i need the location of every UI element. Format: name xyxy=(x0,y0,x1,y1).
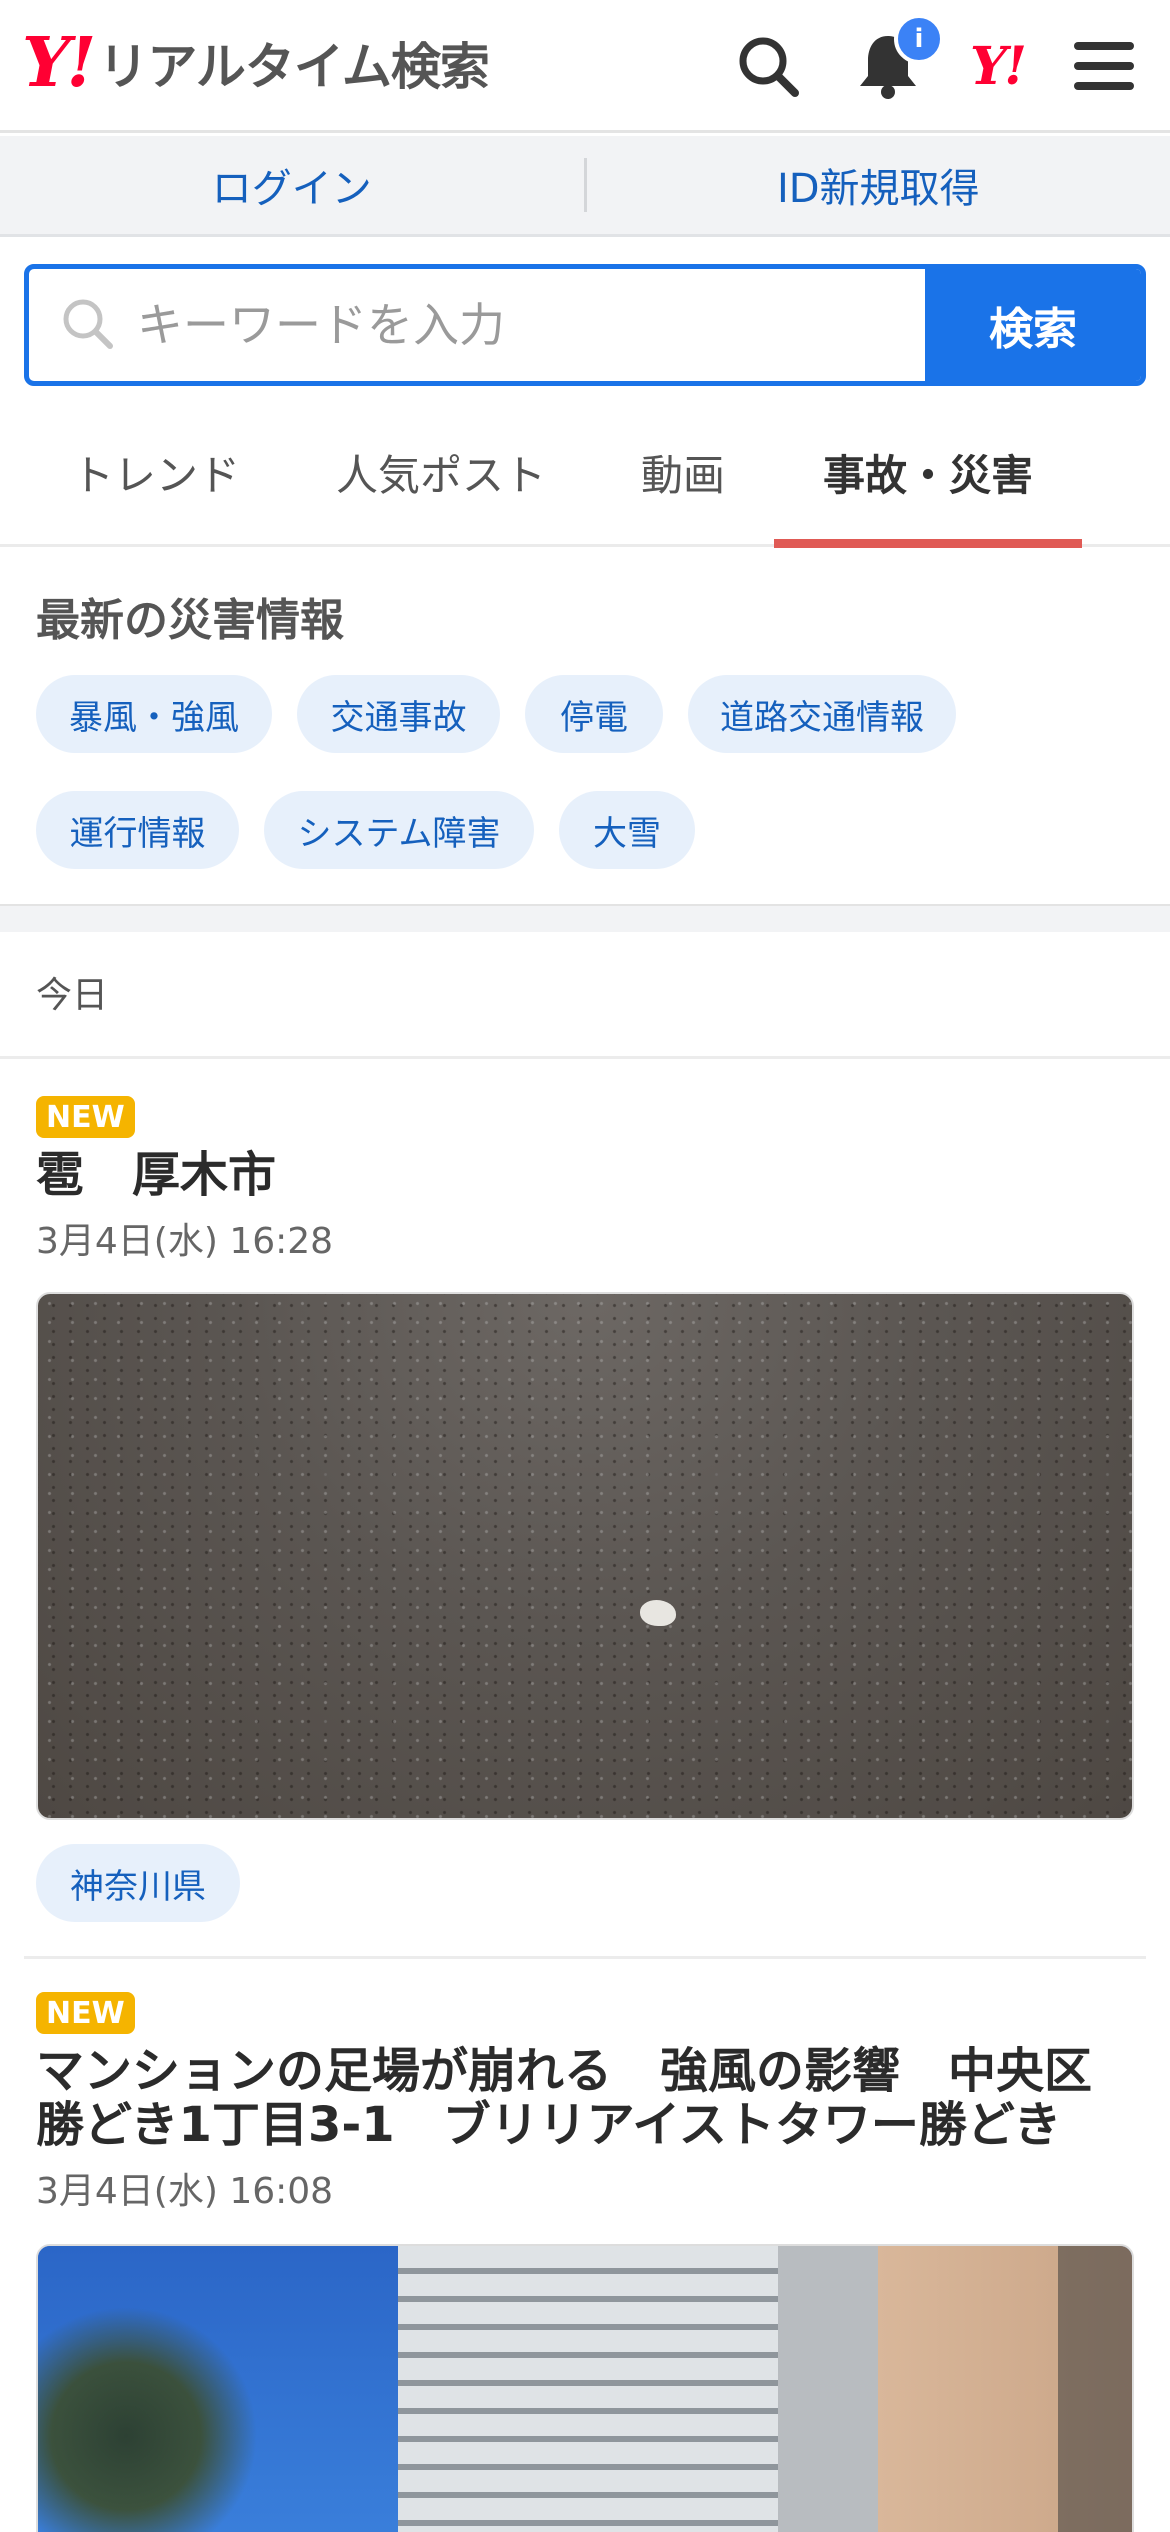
chip-power-outage[interactable]: 停電 xyxy=(525,675,663,753)
yahoo-realtime-logo[interactable]: Y! リアルタイム検索 xyxy=(22,23,490,103)
register-link[interactable]: ID新規取得 xyxy=(587,156,1170,214)
post-date: 3月4日(水) 16:08 xyxy=(36,2171,334,2212)
post-title-line: マンションの足場が崩れる 強風の影響 中央区 xyxy=(36,2043,1093,2099)
post-date: 3月4日(水) 16:28 xyxy=(36,1221,334,1262)
image-tree xyxy=(38,2306,258,2532)
search-field[interactable] xyxy=(29,269,925,381)
hailstone xyxy=(640,1600,676,1626)
feed-divider xyxy=(0,1056,1170,1059)
search-field-icon xyxy=(59,295,115,355)
yahoo-icon[interactable]: Y! xyxy=(970,36,1027,97)
post-title[interactable]: 雹 厚木市 xyxy=(36,1148,276,1202)
search-icon[interactable] xyxy=(730,28,806,104)
image-tower xyxy=(398,2246,778,2532)
tag-kanagawa[interactable]: 神奈川県 xyxy=(36,1844,240,1922)
today-label: 今日 xyxy=(36,975,109,1016)
search-button[interactable]: 検索 xyxy=(925,269,1141,381)
chip-road-traffic[interactable]: 道路交通情報 xyxy=(688,675,956,753)
notification-badge: i xyxy=(894,14,944,64)
chip-system-failure[interactable]: システム障害 xyxy=(264,791,534,869)
category-tabs: トレンド 人気ポスト 動画 事故・災害 xyxy=(0,400,1170,548)
tab-video[interactable]: 動画 xyxy=(612,400,754,545)
chip-train-operation[interactable]: 運行情報 xyxy=(36,791,239,869)
disaster-section-title: 最新の災害情報 xyxy=(36,595,344,646)
chip-heavy-snow[interactable]: 大雪 xyxy=(559,791,695,869)
post-image-hail[interactable] xyxy=(36,1292,1134,1820)
feed-item-separator xyxy=(24,1956,1146,1959)
logo-title: リアルタイム検索 xyxy=(98,38,489,96)
post-title-line: 勝どき1丁目3-1 ブリリアイストタワー勝どき xyxy=(36,2097,1062,2153)
section-separator xyxy=(0,904,1170,932)
chip-storm[interactable]: 暴風・強風 xyxy=(36,675,272,753)
new-badge: NEW xyxy=(36,1992,135,2034)
search-input[interactable] xyxy=(137,298,925,352)
tab-trend[interactable]: トレンド xyxy=(36,400,276,545)
post-image-building[interactable] xyxy=(36,2244,1134,2532)
yahoo-logo-mark: Y! xyxy=(22,23,96,103)
post-title[interactable]: マンションの足場が崩れる 強風の影響 中央区 勝どき1丁目3-1 ブリリアイスト… xyxy=(36,2044,1092,2152)
new-badge: NEW xyxy=(36,1096,135,1138)
search-bar: 検索 xyxy=(24,264,1146,386)
app-header: Y! リアルタイム検索 i Y! xyxy=(0,0,1170,133)
image-tower-side xyxy=(778,2246,878,2532)
menu-icon[interactable] xyxy=(1066,28,1142,104)
tab-accident-disaster[interactable]: 事故・災害 xyxy=(774,400,1082,548)
login-link[interactable]: ログイン xyxy=(0,156,584,214)
tab-popular-posts[interactable]: 人気ポスト xyxy=(318,400,564,545)
chip-traffic-accident[interactable]: 交通事故 xyxy=(297,675,500,753)
image-shade xyxy=(1058,2246,1132,2532)
auth-bar: ログイン ID新規取得 xyxy=(0,136,1170,237)
